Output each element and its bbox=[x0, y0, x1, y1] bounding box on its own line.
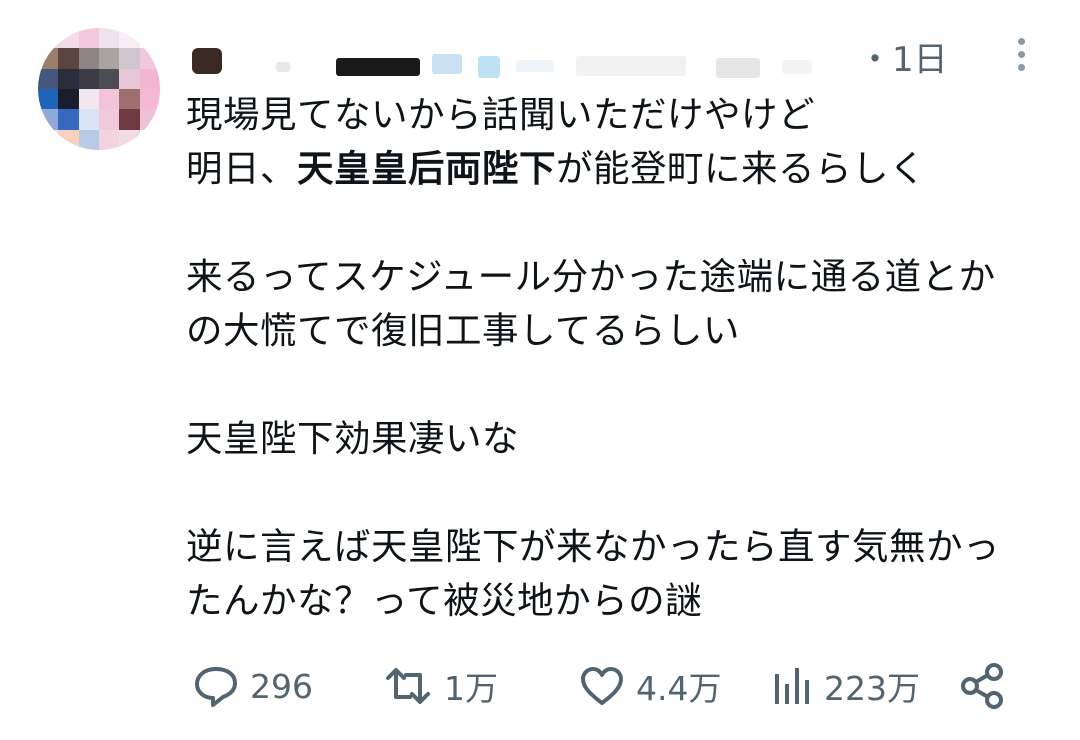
retweet-button[interactable]: 1万 bbox=[382, 658, 498, 714]
author-name-blurred[interactable] bbox=[186, 42, 846, 78]
views-button[interactable]: 223万 bbox=[770, 658, 920, 714]
tweet-text: 現場見てないから話聞いただけやけど 明日、天皇皇后両陛下が能登町に来るらしく 来… bbox=[186, 88, 1046, 628]
speech-bubble-icon bbox=[192, 664, 240, 708]
tweet-text-line: 現場見てないから話聞いただけやけど bbox=[186, 93, 815, 136]
tweet-text-line: の大慌てで復旧工事してるらしい bbox=[186, 309, 740, 352]
retweet-count: 1万 bbox=[444, 669, 498, 708]
tweet-text-line: 明日、天皇皇后両陛下が能登町に来るらしく bbox=[186, 142, 1046, 196]
like-count: 4.4万 bbox=[636, 669, 722, 708]
timestamp[interactable]: ・1日 bbox=[858, 40, 948, 80]
tweet-text-line: 天皇陛下効果凄いな bbox=[186, 417, 519, 460]
avatar[interactable] bbox=[38, 28, 160, 150]
action-bar: 296 1万 4.4万 223万 bbox=[186, 650, 1016, 722]
tweet-text-line: たんかな？って被災地からの謎 bbox=[186, 579, 703, 622]
tweet[interactable]: ・1日 現場見てないから話聞いただけやけど 明日、天皇皇后両陛下が能登町に来るら… bbox=[0, 0, 1080, 740]
view-count: 223万 bbox=[824, 669, 920, 708]
like-button[interactable]: 4.4万 bbox=[578, 658, 721, 714]
tweet-text-segment: 明日、 bbox=[186, 147, 297, 190]
share-icon bbox=[958, 662, 1006, 710]
more-vertical-icon[interactable] bbox=[1006, 34, 1036, 74]
tweet-text-line: 逆に言えば天皇陛下が来なかったら直す気無かっ bbox=[186, 525, 1000, 568]
tweet-text-line: 来るってスケジュール分かった途端に通る道とか bbox=[186, 255, 996, 298]
reply-button[interactable]: 296 bbox=[192, 658, 313, 714]
heart-icon bbox=[578, 664, 626, 708]
reply-count: 296 bbox=[250, 666, 313, 706]
share-button[interactable] bbox=[958, 658, 1006, 714]
bar-chart-icon bbox=[770, 664, 814, 708]
tweet-text-segment: が能登町に来るらしく bbox=[556, 147, 926, 190]
tweet-text-bold: 天皇皇后両陛下 bbox=[297, 147, 556, 190]
retweet-icon bbox=[382, 664, 434, 708]
tweet-header: ・1日 bbox=[186, 34, 1046, 84]
